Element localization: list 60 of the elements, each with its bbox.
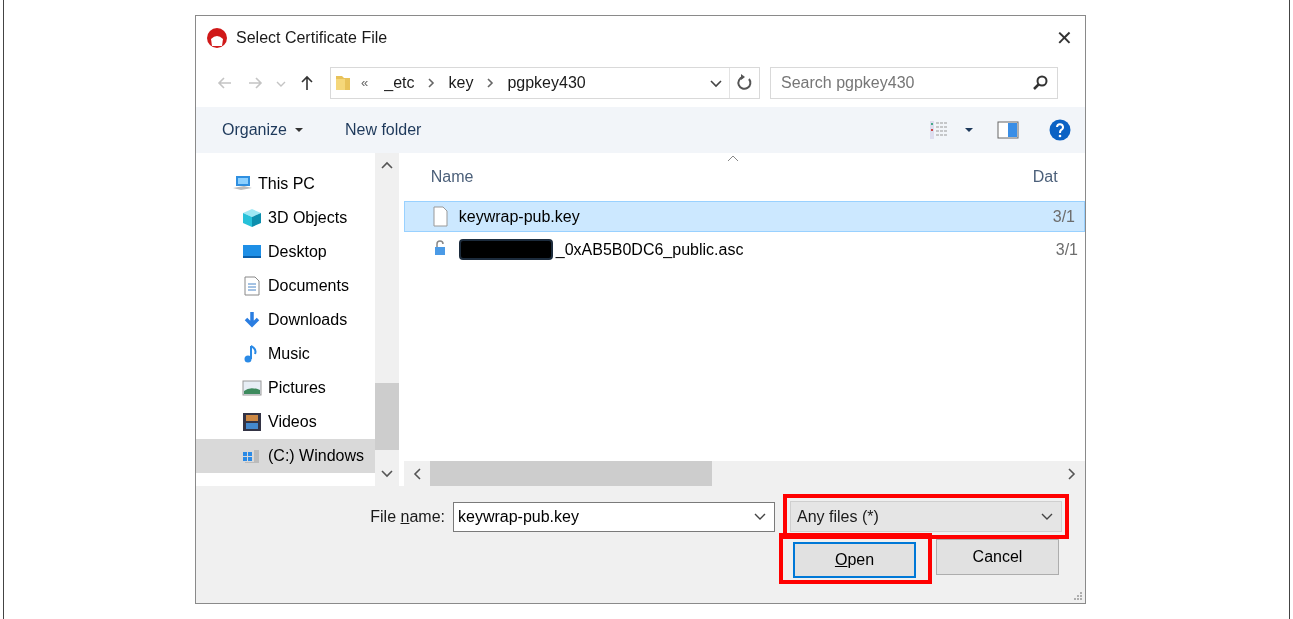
file-icon: [431, 206, 449, 227]
list-view-icon[interactable]: [929, 120, 949, 140]
scrollbar-thumb[interactable]: [429, 461, 712, 486]
nav-item[interactable]: Downloads: [196, 303, 375, 337]
search-field[interactable]: Search pgpkey430: [770, 67, 1058, 99]
file-type-dropdown[interactable]: Any files (*): [790, 501, 1062, 532]
scroll-right-icon: [1068, 467, 1076, 480]
file-name-field[interactable]: keywrap-pub.key: [453, 501, 775, 532]
search-icon[interactable]: [1032, 75, 1048, 91]
horizontal-scrollbar[interactable]: [403, 461, 1085, 486]
caret-icon[interactable]: [294, 127, 303, 133]
breadcrumb-item[interactable]: pgpkey430: [507, 71, 586, 95]
file-row[interactable]: _0xAB5B0DC6_public.asc 3/1: [403, 234, 1085, 265]
app-logo-icon: [206, 26, 228, 49]
sort-ascending-icon[interactable]: [726, 155, 739, 162]
file-name-label: File name:: [370, 506, 445, 527]
nav-item[interactable]: Pictures: [196, 371, 375, 405]
cancel-button[interactable]: Cancel: [936, 538, 1059, 575]
film-icon: [242, 412, 262, 432]
cube-icon: [242, 208, 262, 228]
new-folder-button[interactable]: New folder: [344, 118, 422, 142]
nav-item[interactable]: (C:) Windows: [196, 439, 375, 473]
window-title: Select Certificate File: [236, 27, 389, 48]
scroll-left-icon: [412, 467, 421, 480]
nav-item[interactable]: Music: [196, 337, 375, 371]
file-date: 3/1: [1052, 206, 1075, 227]
nav-item[interactable]: 3D Objects: [196, 201, 375, 235]
organize-menu[interactable]: Organize: [222, 118, 303, 142]
caret-icon[interactable]: [965, 127, 973, 133]
nav-item[interactable]: Desktop: [196, 235, 375, 269]
breadcrumb-item[interactable]: key: [448, 71, 474, 95]
file-date: 3/1: [1055, 239, 1078, 260]
chevron-icon: [426, 77, 437, 89]
chevron-icon: [485, 77, 496, 89]
breadcrumb-item[interactable]: _etc: [384, 71, 415, 95]
scroll-up-icon: [380, 161, 393, 169]
file-name: _0xAB5B0DC6_public.asc: [555, 239, 745, 260]
dropdown-caret-icon[interactable]: [754, 512, 766, 521]
download-icon: [242, 310, 262, 330]
folder-icon: [335, 74, 351, 92]
document-icon: [242, 276, 262, 296]
close-button[interactable]: ✕: [1056, 27, 1073, 48]
vertical-scrollbar[interactable]: [374, 153, 399, 486]
picture-icon: [242, 378, 262, 398]
caret-icon[interactable]: [1041, 512, 1053, 521]
preview-pane-icon[interactable]: [997, 121, 1019, 139]
open-button[interactable]: Open: [793, 542, 916, 578]
help-icon[interactable]: [1049, 119, 1071, 141]
nav-item[interactable]: Documents: [196, 269, 375, 303]
nav-item[interactable]: This PC: [196, 167, 375, 201]
breadcrumb-overflow[interactable]: «: [361, 73, 369, 93]
column-header[interactable]: Dat: [1032, 153, 1058, 201]
nav-item[interactable]: Videos: [196, 405, 375, 439]
scroll-down-icon: [380, 470, 393, 478]
column-header[interactable]: Name: [430, 153, 1033, 201]
file-row[interactable]: keywrap-pub.key 3/1: [403, 201, 1085, 232]
file-name: keywrap-pub.key: [458, 206, 581, 227]
scrollbar-thumb[interactable]: [374, 383, 399, 450]
resize-grip-icon[interactable]: [1073, 591, 1083, 601]
address-bar[interactable]: « _etc key pgpkey430: [330, 67, 760, 99]
